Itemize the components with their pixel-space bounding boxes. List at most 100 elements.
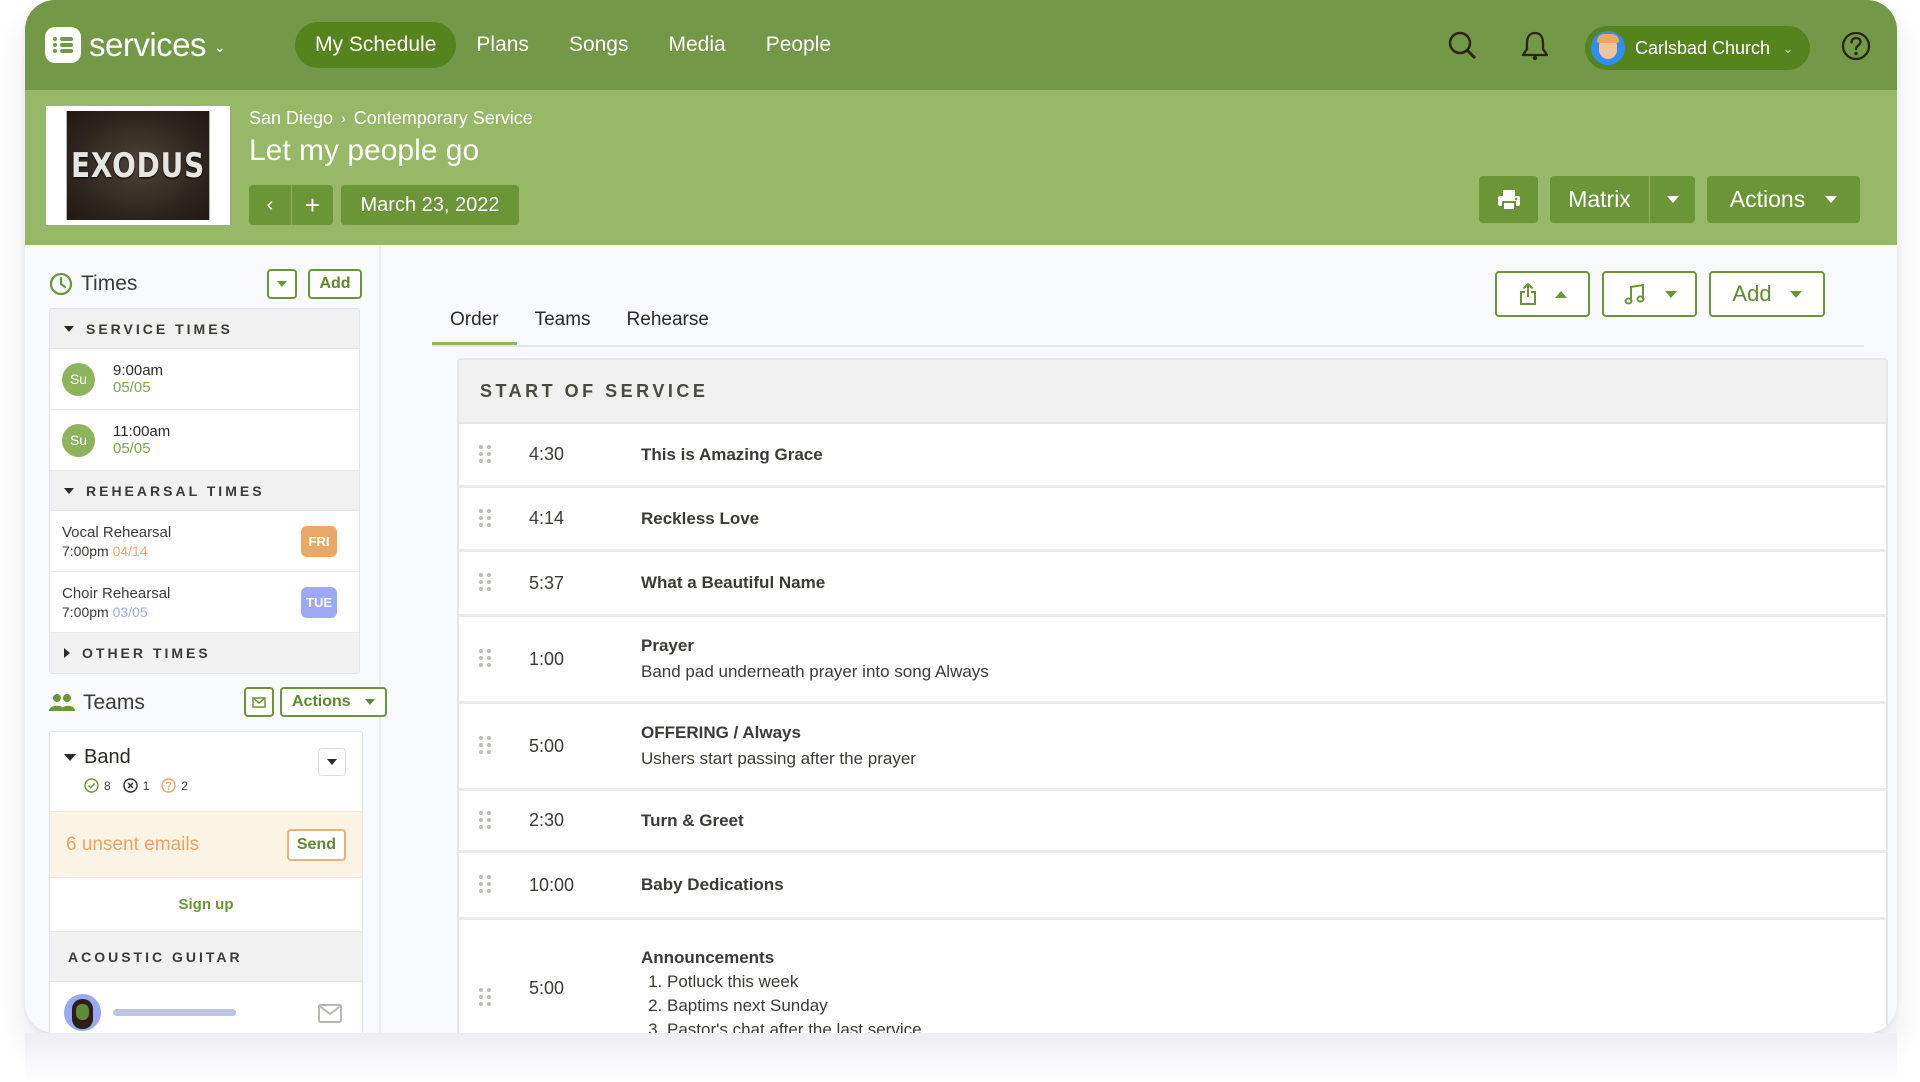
service-time: 11:00am	[113, 423, 171, 440]
drag-handle-icon[interactable]	[479, 444, 491, 465]
matrix-button[interactable]: Matrix	[1550, 176, 1649, 223]
rehearsal-date: 03/05	[112, 603, 148, 620]
caret-down-icon[interactable]	[64, 754, 76, 761]
add-time-button[interactable]: Add	[308, 269, 362, 299]
breadcrumb-service-type[interactable]: Contemporary Service	[354, 108, 533, 129]
nav-my-schedule[interactable]: My Schedule	[295, 22, 457, 68]
rehearsal-name: Choir Rehearsal	[62, 584, 171, 602]
nav-plans[interactable]: Plans	[456, 22, 549, 68]
organization-switcher[interactable]: Carlsbad Church ⌄	[1585, 26, 1810, 70]
member-name-placeholder	[113, 1008, 236, 1016]
team-member-row[interactable]	[50, 982, 362, 1033]
rehearsal-times-header[interactable]: REHEARSAL TIMES	[50, 471, 359, 511]
drag-handle-icon[interactable]	[479, 508, 491, 529]
item-length: 5:37	[529, 572, 565, 593]
window-shadow	[25, 1033, 1897, 1082]
item-length: 4:30	[529, 444, 565, 464]
item-length: 4:14	[529, 508, 565, 528]
team-options-button[interactable]	[318, 748, 346, 776]
plan-item[interactable]: 4:30 This is Amazing Grace	[459, 424, 1886, 488]
add-plan-button[interactable]: +	[291, 185, 333, 225]
services-logo-icon	[45, 27, 81, 63]
section-header: START OF SERVICE	[459, 360, 1886, 424]
service-times-header[interactable]: SERVICE TIMES	[50, 309, 359, 349]
tab-rehearse[interactable]: Rehearse	[609, 305, 727, 345]
clock-icon	[49, 272, 73, 296]
rehearsal-row[interactable]: Choir Rehearsal 7:00pm 03/05 TUE	[50, 572, 359, 633]
plan-item[interactable]: 2:30 Turn & Greet	[459, 791, 1886, 853]
item-title: Turn & Greet	[641, 810, 744, 830]
item-length: 2:30	[529, 810, 565, 830]
item-length: 10:00	[529, 874, 575, 895]
nav-media[interactable]: Media	[648, 22, 745, 68]
printer-icon	[1497, 189, 1520, 211]
plan-date-button[interactable]: March 23, 2022	[341, 185, 519, 225]
rehearsal-name: Vocal Rehearsal	[62, 523, 172, 541]
top-nav: services ⌄ My Schedule Plans Songs Media…	[25, 0, 1897, 90]
organization-name: Carlsbad Church	[1635, 37, 1771, 58]
nav-people[interactable]: People	[746, 22, 851, 68]
matrix-dropdown-button[interactable]	[1649, 176, 1695, 223]
list-item: Baptims next Sunday	[667, 996, 922, 1016]
series-artwork[interactable]: EXODUS	[46, 106, 230, 225]
app-name: services	[89, 26, 207, 63]
plan-item[interactable]: 10:00 Baby Dedications	[459, 853, 1886, 920]
team-name[interactable]: Band	[84, 746, 131, 769]
drag-handle-icon[interactable]	[479, 988, 491, 1008]
breadcrumb-service-type-folder[interactable]: San Diego	[249, 108, 333, 129]
send-emails-button[interactable]: Send	[286, 828, 346, 861]
list-item: Potluck this week	[667, 972, 922, 992]
position-header: ACOUSTIC GUITAR	[50, 932, 362, 982]
times-header: Times	[49, 272, 137, 296]
plan-item[interactable]: 4:14 Reckless Love	[459, 488, 1886, 552]
breadcrumb: San Diego › Contemporary Service	[249, 108, 533, 129]
plan-item[interactable]: 5:00 OFFERING / Always Ushers start pass…	[459, 704, 1886, 791]
user-avatar	[1591, 31, 1625, 65]
times-dropdown-button[interactable]	[267, 269, 297, 299]
print-button[interactable]	[1479, 176, 1538, 223]
plan-navigation: ‹ + March 23, 2022	[249, 185, 519, 225]
help-icon[interactable]	[1840, 30, 1872, 62]
people-icon	[49, 694, 75, 711]
item-title: OFFERING / Always	[641, 723, 801, 742]
item-title: This is Amazing Grace	[641, 444, 823, 464]
sign-up-link[interactable]: Sign up	[50, 878, 362, 932]
drag-handle-icon[interactable]	[479, 810, 491, 831]
service-time-row[interactable]: Su 9:00am 05/05	[50, 349, 359, 410]
search-icon[interactable]	[1447, 30, 1479, 62]
chevron-down-icon: ⌄	[1782, 39, 1794, 56]
tab-teams[interactable]: Teams	[517, 305, 609, 345]
other-times-header[interactable]: OTHER TIMES	[50, 633, 359, 673]
item-title: Baby Dedications	[641, 875, 784, 894]
plan-item[interactable]: 5:00 Announcements Potluck this week Bap…	[459, 920, 1886, 1033]
chevron-down-icon: ⌄	[214, 38, 226, 55]
day-badge: FRI	[301, 525, 337, 557]
app-switcher[interactable]: services ⌄	[45, 26, 226, 64]
plan-item[interactable]: 5:37 What a Beautiful Name	[459, 552, 1886, 617]
caret-down-icon	[64, 325, 74, 332]
unsent-emails-text: 6 unsent emails	[66, 833, 200, 855]
tab-order[interactable]: Order	[432, 305, 517, 345]
service-time-row[interactable]: Su 11:00am 05/05	[50, 410, 359, 471]
rehearsal-row[interactable]: Vocal Rehearsal 7:00pm 04/14 FRI	[50, 511, 359, 572]
main-nav: My Schedule Plans Songs Media People	[295, 22, 851, 68]
caret-down-icon	[1664, 290, 1677, 298]
drag-handle-icon[interactable]	[479, 649, 491, 669]
plan-item[interactable]: 1:00 Prayer Band pad underneath prayer i…	[459, 617, 1886, 704]
drag-handle-icon[interactable]	[479, 736, 491, 756]
times-card: SERVICE TIMES Su 9:00am 05/05 Su 11:00am…	[49, 308, 360, 674]
drag-handle-icon[interactable]	[479, 573, 491, 593]
main-content: Add Order Teams Rehearse START OF SERVIC…	[383, 245, 1897, 1033]
actions-button[interactable]: Actions	[1707, 176, 1860, 223]
email-teams-button[interactable]	[244, 687, 274, 717]
share-icon	[1519, 282, 1536, 305]
teams-actions-button[interactable]: Actions	[280, 687, 387, 717]
nav-songs[interactable]: Songs	[549, 22, 649, 68]
plan-tabs: Order Teams Rehearse	[432, 305, 1864, 347]
rehearsal-time: 7:00pm	[62, 542, 109, 559]
mail-icon	[252, 696, 266, 708]
bell-icon[interactable]	[1519, 30, 1551, 62]
mail-icon[interactable]	[318, 1004, 342, 1023]
drag-handle-icon[interactable]	[479, 875, 491, 895]
previous-plan-button[interactable]: ‹	[249, 185, 291, 225]
